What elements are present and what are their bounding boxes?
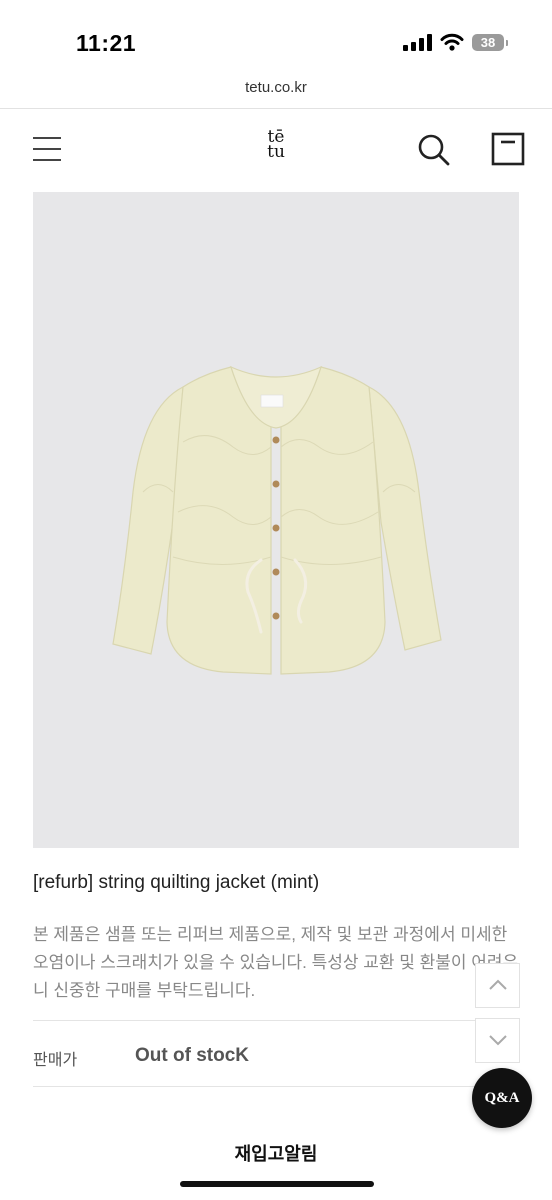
- scroll-up-button[interactable]: [475, 963, 520, 1008]
- search-button[interactable]: [416, 132, 452, 168]
- site-header: tē tu: [0, 108, 552, 192]
- status-icons: 38: [403, 33, 508, 51]
- address-bar[interactable]: tetu.co.kr: [0, 70, 552, 109]
- logo-line-2: tu: [267, 142, 285, 162]
- chevron-up-icon: [489, 979, 507, 990]
- status-bar: 11:21 38: [0, 0, 552, 70]
- price-label: 판매가: [33, 1052, 78, 1069]
- scroll-down-button[interactable]: [475, 1018, 520, 1063]
- product-title: [refurb] string quilting jacket (mint): [33, 872, 320, 893]
- url-text: tetu.co.kr: [245, 79, 307, 96]
- site-logo[interactable]: tē tu: [256, 129, 296, 162]
- battery-icon: 38: [472, 33, 508, 51]
- qa-label: Q&A: [484, 1089, 520, 1106]
- chevron-down-icon: [489, 1035, 507, 1046]
- home-indicator: [180, 1181, 374, 1187]
- status-time: 11:21: [76, 30, 137, 56]
- restock-alert-button[interactable]: 재입고알림: [0, 1140, 552, 1166]
- divider: [33, 1086, 519, 1087]
- cart-button[interactable]: [490, 131, 526, 167]
- search-icon: [418, 134, 450, 166]
- wifi-icon: [440, 33, 464, 51]
- battery-level: 38: [480, 34, 496, 50]
- signal-icon: [403, 33, 432, 51]
- jacket-illustration: [112, 365, 442, 675]
- qa-button[interactable]: Q&A: [472, 1068, 532, 1128]
- divider: [33, 1020, 519, 1021]
- restock-label: 재입고알림: [234, 1144, 318, 1164]
- product-image[interactable]: [33, 192, 519, 848]
- cart-icon: [491, 132, 525, 166]
- menu-button[interactable]: [33, 135, 63, 163]
- product-notice: 본 제품은 샘플 또는 리퍼브 제품으로, 제작 및 보관 과정에서 미세한 오…: [33, 925, 519, 1000]
- price-value: Out of stocK: [135, 1045, 249, 1066]
